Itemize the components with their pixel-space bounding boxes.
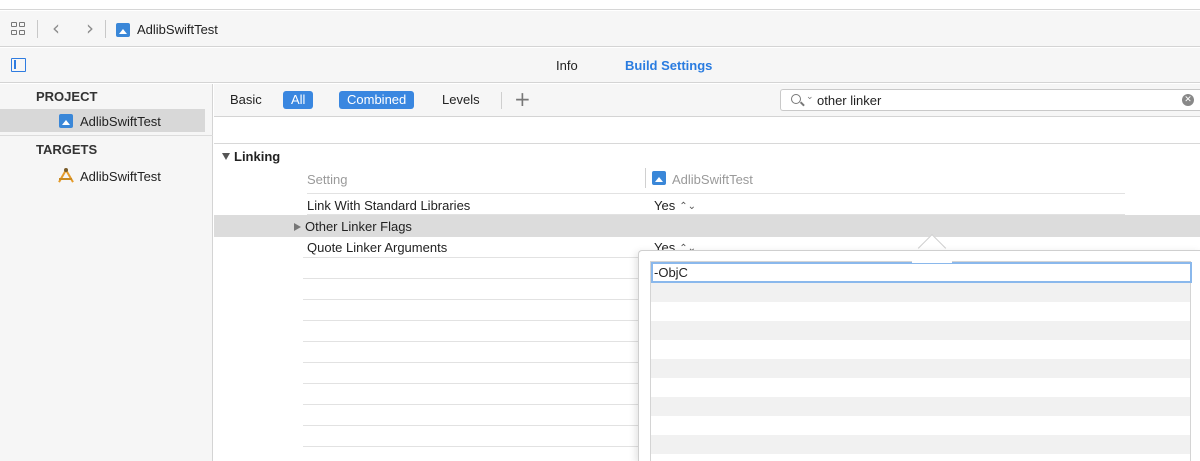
filter-combined-button[interactable]: Combined [339, 91, 415, 109]
xcode-project-icon [116, 23, 130, 37]
column-separator [645, 168, 646, 188]
row-divider [303, 299, 638, 300]
build-settings-filter-bar: Basic All Combined Levels + ⌄ ✕ [214, 84, 1200, 117]
xcode-project-icon [59, 114, 73, 128]
linking-section-header[interactable]: Linking [222, 149, 280, 164]
sidebar-item-project-label: AdlibSwiftTest [80, 114, 161, 129]
disclosure-triangle-down-icon[interactable] [222, 153, 230, 160]
setting-row-value[interactable]: Yes ⌃⌄ [654, 198, 696, 213]
chevron-down-icon: ⌄ [806, 92, 814, 102]
list-item[interactable] [651, 302, 1190, 321]
disclosure-triangle-right-icon[interactable] [294, 223, 301, 231]
popover-arrow-cover [912, 251, 952, 263]
tab-info[interactable]: Info [556, 58, 578, 73]
list-item[interactable] [651, 397, 1190, 416]
tab-build-settings[interactable]: Build Settings [625, 58, 712, 73]
back-chevron-icon[interactable]: ‹ [52, 16, 60, 40]
jump-bar-divider [105, 20, 106, 38]
linker-flags-popover: -ObjC [638, 250, 1200, 461]
filter-basic-button[interactable]: Basic [230, 92, 262, 107]
row-divider [303, 404, 638, 405]
window-top-edge [0, 0, 1200, 10]
sidebar-toggle-icon[interactable] [11, 58, 26, 72]
linking-section-title: Linking [234, 149, 281, 164]
section-top-divider [214, 143, 1200, 144]
filter-all-button[interactable]: All [283, 91, 314, 109]
row-divider [303, 341, 638, 342]
app-target-icon [56, 168, 74, 184]
list-item[interactable] [651, 321, 1190, 340]
project-section-header: PROJECT [36, 89, 98, 104]
jump-bar-divider [37, 20, 38, 38]
row-divider [303, 425, 638, 426]
linker-flags-list[interactable]: -ObjC [650, 261, 1192, 461]
column-header-target: AdlibSwiftTest [672, 172, 753, 187]
search-input[interactable] [817, 92, 1147, 108]
project-target-sidebar: PROJECT AdlibSwiftTest TARGETS AdlibSwif… [0, 84, 213, 461]
flag-edit-field[interactable]: -ObjC [651, 262, 1192, 283]
forward-chevron-icon[interactable]: › [86, 16, 94, 40]
row-divider [303, 257, 638, 258]
search-icon[interactable] [791, 94, 801, 104]
column-header-setting: Setting [307, 172, 348, 187]
search-field[interactable]: ⌄ ✕ [780, 89, 1200, 111]
clear-search-icon[interactable]: ✕ [1182, 94, 1194, 106]
setting-row-label[interactable]: Link With Standard Libraries [307, 198, 470, 213]
row-divider [307, 193, 1125, 194]
row-divider [303, 320, 638, 321]
xcode-project-icon [652, 171, 666, 185]
targets-section-header: TARGETS [36, 142, 98, 157]
filter-divider [501, 92, 502, 109]
setting-value-text: Yes [654, 198, 676, 213]
row-divider [303, 383, 638, 384]
popup-stepper-icon[interactable]: ⌃⌄ [679, 201, 696, 212]
row-divider [303, 278, 638, 279]
setting-row-label[interactable]: Other Linker Flags [294, 219, 412, 234]
add-setting-plus-icon[interactable]: + [514, 87, 531, 111]
sidebar-item-target[interactable]: AdlibSwiftTest [80, 169, 161, 184]
filter-levels-button[interactable]: Levels [442, 92, 480, 107]
setting-row-label-text: Other Linker Flags [305, 219, 412, 234]
editor-tab-bar: Info Build Settings [0, 48, 1200, 83]
list-item[interactable] [651, 340, 1190, 359]
jump-bar-project-title[interactable]: AdlibSwiftTest [137, 22, 218, 37]
row-divider [303, 446, 638, 447]
jump-bar: ‹ › AdlibSwiftTest [0, 11, 1200, 47]
list-item[interactable] [651, 359, 1190, 378]
list-item[interactable] [651, 454, 1190, 461]
list-item[interactable] [651, 416, 1190, 435]
flag-edit-text: -ObjC [654, 265, 688, 280]
list-item[interactable] [651, 378, 1190, 397]
row-divider [303, 362, 638, 363]
sidebar-divider [0, 135, 213, 136]
list-item[interactable] [651, 283, 1190, 302]
related-items-grid-icon[interactable] [11, 22, 26, 36]
setting-row-label[interactable]: Quote Linker Arguments [307, 240, 447, 255]
list-item[interactable] [651, 435, 1190, 454]
